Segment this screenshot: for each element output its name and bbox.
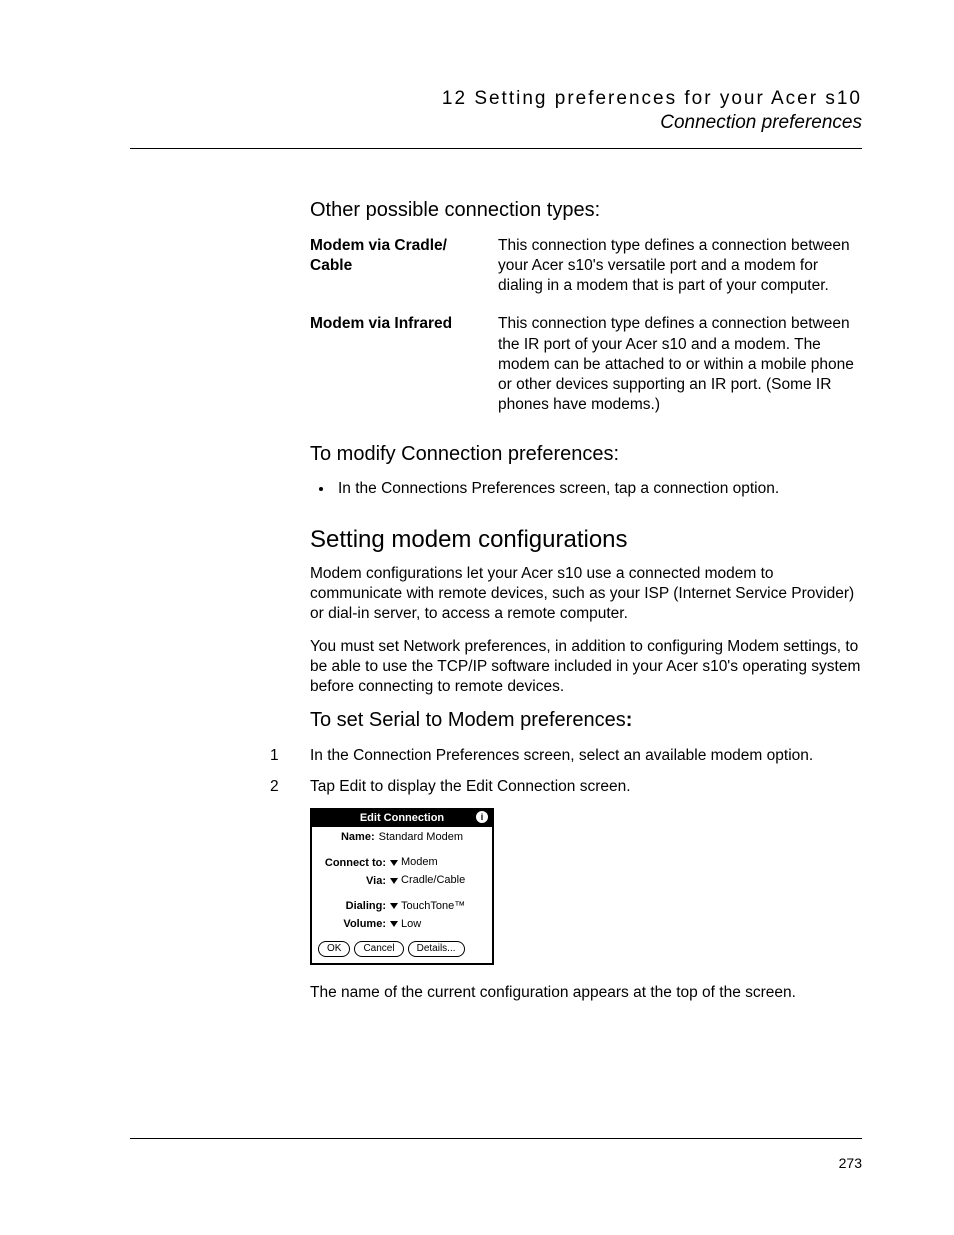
palm-connect-value: Modem [401,856,438,869]
palm-dialing-value: TouchTone™ [401,900,465,913]
heading-modify-connection: To modify Connection preferences: [310,443,862,466]
step-row-2: 2 Tap Edit to display the Edit Connectio… [310,777,862,798]
palm-dialing-label: Dialing: [318,900,386,913]
modem-config-para-2: You must set Network preferences, in add… [310,637,862,697]
palm-via-dropdown[interactable]: Cradle/Cable [390,874,465,887]
heading-other-connection-types: Other possible connection types: [310,199,862,222]
cancel-button[interactable]: Cancel [354,941,403,957]
info-icon[interactable]: i [476,811,488,823]
heading-setting-modem-config: Setting modem configurations [310,526,862,554]
page-number: 273 [839,1155,862,1171]
step-text-1: In the Connection Preferences screen, se… [310,746,813,767]
chevron-down-icon [390,903,398,909]
step-text-2: Tap Edit to display the Edit Connection … [310,777,631,798]
palm-connect-label: Connect to: [318,857,386,870]
palm-title-bar: Edit Connection i [312,810,492,827]
connection-types-table: Modem via Cradle/ Cable This connection … [310,236,862,415]
palm-name-value[interactable]: Standard Modem [379,831,463,844]
edit-connection-screenshot: Edit Connection i Name: Standard Modem C… [310,808,494,966]
def-term-cradle: Modem via Cradle/ Cable [310,236,490,296]
def-desc-infrared: This connection type defines a connectio… [498,314,862,415]
palm-dialing-dropdown[interactable]: TouchTone™ [390,900,465,913]
serial-modem-steps: 1 In the Connection Preferences screen, … [310,746,862,798]
footer-divider [130,1138,862,1139]
palm-connect-dropdown[interactable]: Modem [390,856,438,869]
palm-volume-value: Low [401,918,421,931]
chevron-down-icon [390,860,398,866]
modify-connection-bullet: In the Connections Preferences screen, t… [334,480,862,498]
def-term-infrared: Modem via Infrared [310,314,490,415]
palm-title-text: Edit Connection [360,812,444,824]
heading-set-serial-modem: To set Serial to Modem preferences: [310,709,862,732]
step-row-1: 1 In the Connection Preferences screen, … [310,746,862,767]
running-header-title: 12 Setting preferences for your Acer s10 [130,88,862,110]
heading-set-serial-modem-text: To set Serial to Modem preferences [310,709,626,731]
modem-config-para-1: Modem configurations let your Acer s10 u… [310,564,862,624]
palm-via-value: Cradle/Cable [401,874,465,887]
palm-volume-label: Volume: [318,918,386,931]
ok-button[interactable]: OK [318,941,350,957]
running-header-subtitle: Connection preferences [130,112,862,134]
step-number-1: 1 [270,746,310,767]
def-desc-cradle: This connection type defines a connectio… [498,236,862,296]
palm-volume-dropdown[interactable]: Low [390,918,421,931]
step-number-2: 2 [270,777,310,798]
palm-name-label: Name: [341,831,375,844]
palm-via-label: Via: [318,875,386,888]
heading-set-serial-modem-colon: : [626,709,633,731]
chevron-down-icon [390,878,398,884]
modify-connection-list: In the Connections Preferences screen, t… [310,480,862,498]
chevron-down-icon [390,921,398,927]
after-figure-note: The name of the current configuration ap… [310,983,862,1003]
details-button[interactable]: Details... [408,941,465,957]
header-divider [130,148,862,149]
